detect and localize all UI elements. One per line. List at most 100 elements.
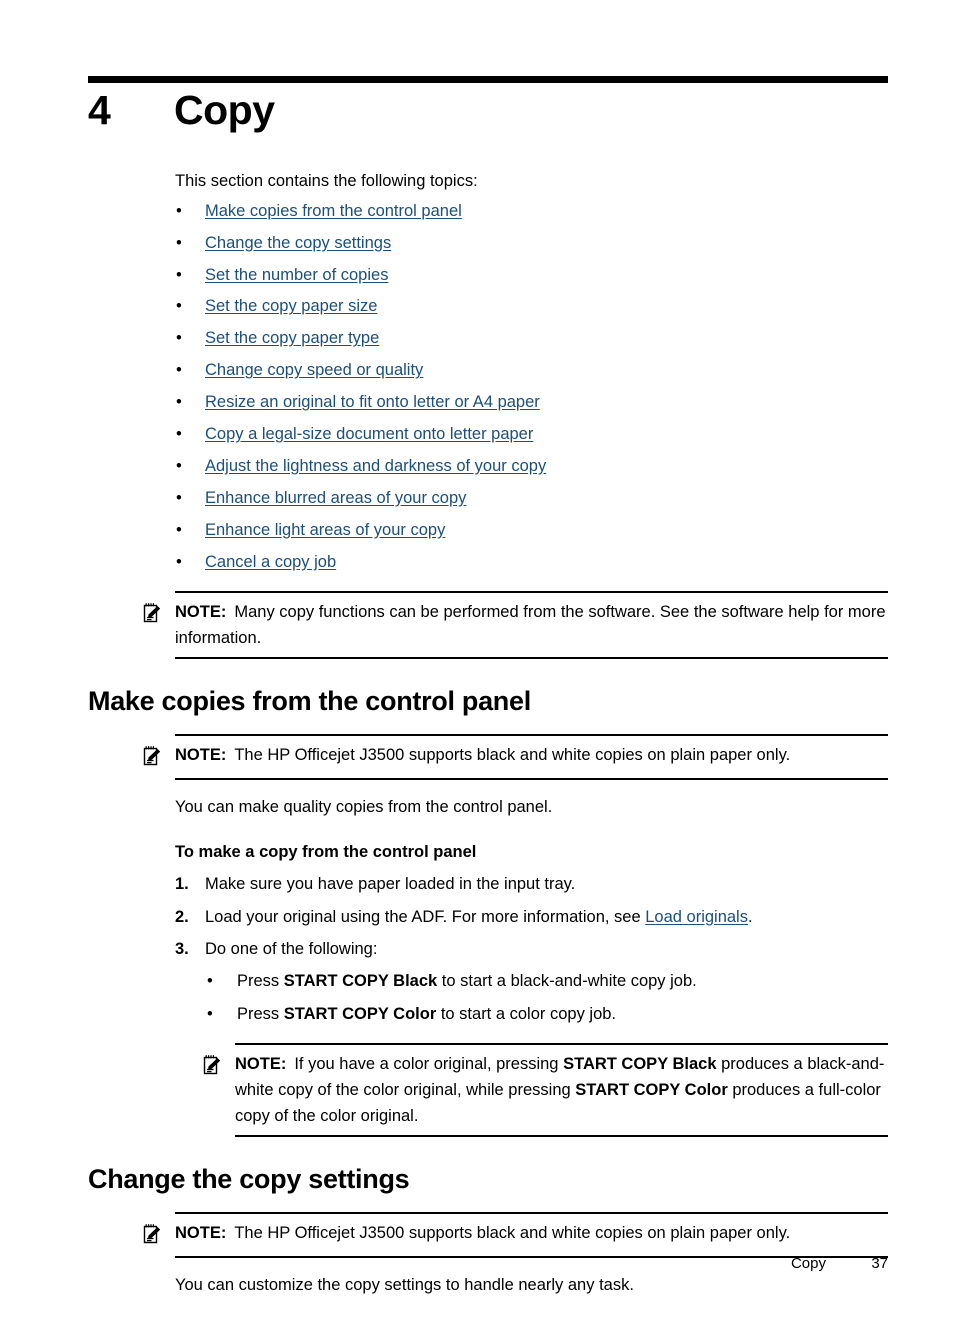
document-page: 4 Copy This section contains the followi… [0,0,954,1321]
section-heading-change-copy-settings: Change the copy settings [88,1164,410,1195]
link-cancel-a-copy-job[interactable]: Cancel a copy job [205,553,336,571]
note-content: The HP Officejet J3500 supports black an… [234,1223,791,1242]
note-pad-pencil-icon [143,600,165,629]
step-text: Make sure you have paper loaded in the i… [205,875,576,894]
link-resize-an-original[interactable]: Resize an original to fit onto letter or… [205,393,540,411]
note-pad-pencil-icon [143,1221,165,1250]
copy-settings-body: You can customize the copy settings to h… [175,1275,634,1294]
note-content: The HP Officejet J3500 supports black an… [234,745,791,764]
link-set-the-number-of-copies[interactable]: Set the number of copies [205,266,388,284]
note-text: NOTE: The HP Officejet J3500 supports bla… [175,743,888,769]
bullet-glyph: • [207,1004,213,1023]
substep-start-copy-color: • Press START COPY Color to start a colo… [205,1001,888,1027]
note-label: NOTE: [175,745,227,764]
step-number: 3. [175,940,189,959]
key-label-start-copy-color: START COPY Color [283,1004,437,1023]
chapter-header: 4 Copy [88,90,888,131]
step-text-after: . [747,907,753,926]
footer-page-number: 37 [871,1255,888,1272]
bullet-glyph: • [176,265,182,284]
note-pad-pencil-icon [143,743,165,772]
chapter-rule [88,76,888,83]
list-item: • Change the copy settings [175,230,888,256]
note-text: NOTE: If you have a color original, press… [235,1052,888,1129]
bullet-glyph: • [176,361,182,380]
list-item: • Make copies from the control panel [175,198,888,224]
substep-text-before: Press [237,1004,284,1023]
step-text: Do one of the following: [205,940,378,959]
step-text-before: Load your original using the ADF. For mo… [205,907,646,926]
list-item: • Set the number of copies [175,262,888,288]
make-copies-body: You can make quality copies from the con… [175,797,553,816]
step-2: 2. Load your original using the ADF. For… [175,904,888,930]
topic-link-list: • Make copies from the control panel • C… [175,198,888,575]
bullet-glyph: • [176,233,182,252]
bullet-glyph: • [176,552,182,571]
substep-list: • Press START COPY Black to start a blac… [205,968,888,1027]
note-content: Many copy functions can be performed fro… [175,602,886,647]
bullet-glyph: • [176,456,182,475]
note-block-intro: NOTE: Many copy functions can be performe… [143,590,888,660]
list-item: • Set the copy paper type [175,325,888,351]
note-bottom-rule [175,657,888,660]
link-adjust-lightness-and-darkness[interactable]: Adjust the lightness and darkness of you… [205,457,546,475]
link-make-copies-from-the-control-panel[interactable]: Make copies from the control panel [205,202,462,220]
link-change-copy-speed-or-quality[interactable]: Change copy speed or quality [205,361,423,379]
note-label: NOTE: [175,602,227,621]
procedure-title: To make a copy from the control panel [175,843,477,862]
bullet-glyph: • [176,297,182,316]
step-number: 1. [175,875,189,894]
step-1: 1. Make sure you have paper loaded in th… [175,871,888,897]
substep-start-copy-black: • Press START COPY Black to start a blac… [205,968,888,994]
note-text: NOTE: Many copy functions can be performe… [175,600,888,651]
note-label: NOTE: [235,1055,287,1074]
key-label-start-copy-black: START COPY Black [283,972,438,991]
note-text: NOTE: The HP Officejet J3500 supports bla… [175,1221,888,1247]
step-3: 3. Do one of the following: • Press STAR… [175,936,888,1138]
section-heading-make-copies: Make copies from the control panel [88,686,531,717]
step-number: 2. [175,907,189,926]
link-set-the-copy-paper-size[interactable]: Set the copy paper size [205,297,377,315]
bullet-glyph: • [176,393,182,412]
link-enhance-blurred-areas[interactable]: Enhance blurred areas of your copy [205,489,466,507]
bullet-glyph: • [176,424,182,443]
substep-text-before: Press [237,972,284,991]
note-block-copy-settings: NOTE: The HP Officejet J3500 supports bla… [143,1211,888,1258]
note-label: NOTE: [175,1223,227,1242]
intro-paragraph: This section contains the following topi… [175,172,478,190]
list-item: • Enhance light areas of your copy [175,517,888,543]
chapter-number: 4 [88,87,111,133]
bullet-glyph: • [176,329,182,348]
note-part1: If you have a color original, pressing [294,1055,564,1074]
bullet-glyph: • [207,972,213,991]
bullet-glyph: • [176,201,182,220]
bullet-glyph: • [176,520,182,539]
key-label-start-copy-black: START COPY Black [563,1055,717,1074]
list-item: • Set the copy paper size [175,293,888,319]
bullet-glyph: • [176,488,182,507]
note-block-start-copy: NOTE: If you have a color original, press… [203,1043,888,1138]
key-label-start-copy-color: START COPY Color [575,1080,728,1099]
list-item: • Enhance blurred areas of your copy [175,485,888,511]
note-block-make-copies: NOTE: The HP Officejet J3500 supports bla… [143,733,888,780]
content-column: This section contains the following topi… [88,168,888,1309]
note-bottom-rule [235,1135,888,1138]
page-footer: Copy 37 [88,1255,888,1272]
procedure-steps: 1. Make sure you have paper loaded in th… [175,871,888,1138]
link-copy-a-legal-size-document[interactable]: Copy a legal-size document onto letter p… [205,425,533,443]
page-title: Copy [174,87,275,133]
note-bottom-rule [175,777,888,780]
list-item: • Cancel a copy job [175,549,888,575]
footer-chapter-label: Copy [790,1255,826,1272]
link-change-the-copy-settings[interactable]: Change the copy settings [205,234,391,252]
link-load-originals[interactable]: Load originals [645,908,748,926]
link-enhance-light-areas[interactable]: Enhance light areas of your copy [205,521,445,539]
substep-text-after: to start a color copy job. [436,1004,617,1023]
list-item: • Copy a legal-size document onto letter… [175,421,888,447]
link-set-the-copy-paper-type[interactable]: Set the copy paper type [205,329,379,347]
note-pad-pencil-icon [203,1052,225,1084]
list-item: • Resize an original to fit onto letter … [175,389,888,415]
substep-text-after: to start a black-and-white copy job. [437,972,697,991]
list-item: • Change copy speed or quality [175,357,888,383]
list-item: • Adjust the lightness and darkness of y… [175,453,888,479]
